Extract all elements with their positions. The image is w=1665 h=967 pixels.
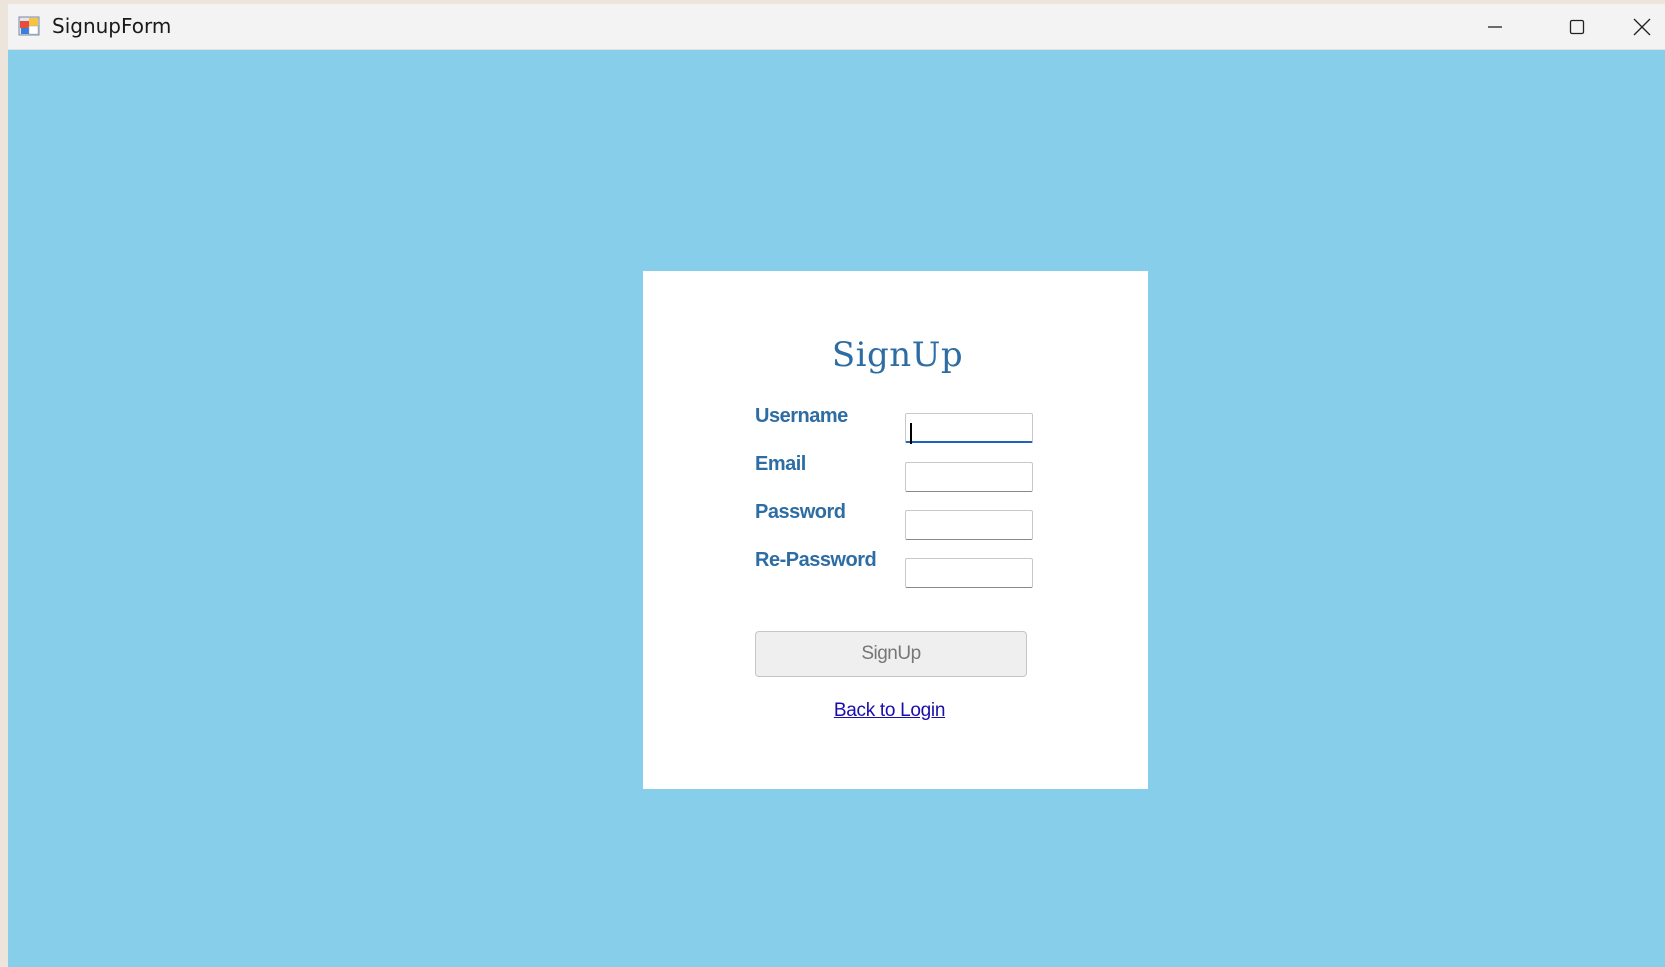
window-title: SignupForm [52, 14, 172, 38]
signup-panel: SignUp Username Email Password Re-Passwo… [643, 271, 1148, 789]
text-caret [910, 423, 912, 444]
back-to-login-link[interactable]: Back to Login [643, 700, 1148, 722]
minimize-button[interactable] [1455, 4, 1535, 49]
password-label: Password [755, 501, 846, 523]
close-icon [1633, 18, 1651, 36]
password-input[interactable] [905, 510, 1033, 540]
re-password-input[interactable] [905, 558, 1033, 588]
username-input[interactable] [905, 413, 1033, 443]
maximize-icon [1569, 19, 1585, 35]
signup-window: SignupForm SignUp Username Email Passwor… [8, 4, 1665, 967]
username-label: Username [755, 405, 848, 427]
email-input[interactable] [905, 462, 1033, 492]
email-label: Email [755, 453, 806, 475]
title-bar[interactable]: SignupForm [8, 4, 1665, 50]
minimize-icon [1487, 19, 1503, 35]
close-button[interactable] [1619, 4, 1665, 49]
maximize-button[interactable] [1537, 4, 1617, 49]
re-password-label: Re-Password [755, 549, 877, 571]
signup-button[interactable]: SignUp [755, 631, 1027, 677]
app-icon [18, 15, 40, 37]
form-title: SignUp [831, 335, 964, 375]
